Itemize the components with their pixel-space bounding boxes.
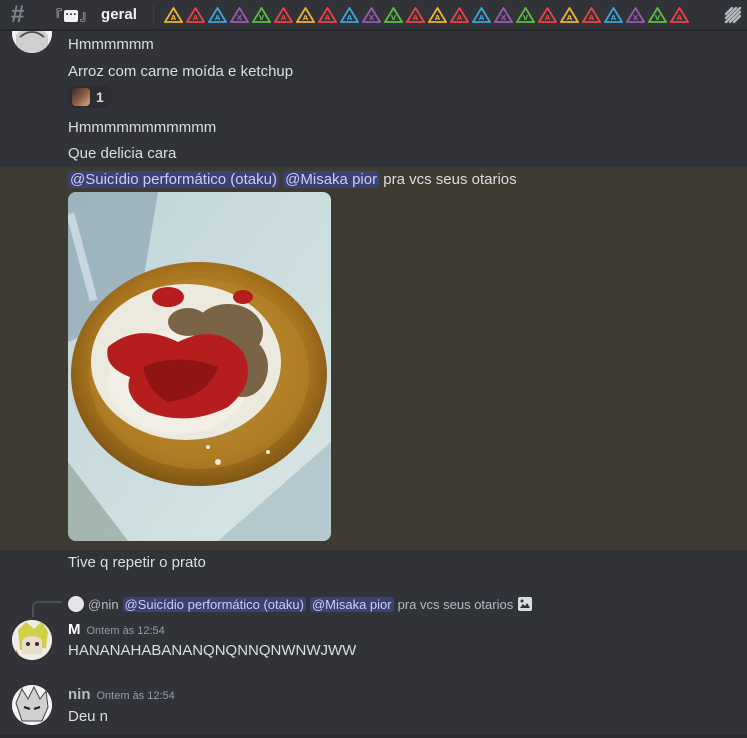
speech-bubble-icon bbox=[64, 4, 79, 22]
svg-text:X: X bbox=[633, 14, 639, 22]
topic-triangle-icon: A bbox=[295, 6, 315, 23]
message-text: Hmmmmmm bbox=[68, 36, 154, 53]
topic-triangle-icon: V bbox=[383, 6, 403, 23]
svg-text:V: V bbox=[259, 14, 265, 22]
channel-name[interactable]: geral bbox=[101, 6, 137, 23]
svg-text:X: X bbox=[237, 14, 243, 22]
svg-text:A: A bbox=[589, 14, 595, 22]
avatar[interactable] bbox=[12, 685, 52, 725]
user-mention[interactable]: @Suicídio performático (otaku) bbox=[68, 171, 279, 188]
threads-icon[interactable] bbox=[723, 4, 743, 26]
topic-triangle-icon: A bbox=[537, 6, 557, 23]
topic-triangle-icon: A bbox=[449, 6, 469, 23]
message-text: Tive q repetir o prato bbox=[68, 554, 206, 571]
reply-preview[interactable]: @nin @Suicídio performático (otaku) @Mis… bbox=[68, 594, 533, 614]
reply-author[interactable]: @nin bbox=[88, 597, 119, 612]
svg-text:A: A bbox=[457, 14, 463, 22]
reaction-emoji-icon bbox=[72, 88, 90, 106]
avatar[interactable] bbox=[12, 31, 52, 53]
reaction-button[interactable]: 1 bbox=[68, 86, 112, 108]
topic-triangle-icon: A bbox=[471, 6, 491, 23]
food-photo-attachment[interactable] bbox=[68, 192, 331, 541]
channel-bracket-left: 『 bbox=[49, 8, 63, 23]
message-text: Arroz com carne moída e ketchup bbox=[68, 63, 294, 80]
topic-triangle-icon: A bbox=[273, 6, 293, 23]
svg-text:V: V bbox=[655, 14, 661, 22]
topic-triangle-icon: V bbox=[515, 6, 535, 23]
message-timestamp[interactable]: Ontem às 12:54 bbox=[97, 690, 175, 702]
topic-triangle-icon: A bbox=[163, 6, 183, 23]
topic-triangle-icon: A bbox=[405, 6, 425, 23]
svg-text:X: X bbox=[501, 14, 507, 22]
topic-triangle-icon: A bbox=[317, 6, 337, 23]
message-timestamp[interactable]: Ontem às 12:54 bbox=[87, 625, 165, 637]
svg-text:A: A bbox=[611, 14, 617, 22]
channel-hash-icon: # bbox=[11, 0, 25, 28]
svg-text:V: V bbox=[391, 14, 397, 22]
channel-bracket-right: 』 bbox=[80, 8, 94, 23]
message-text: Que delicia cara bbox=[68, 145, 177, 162]
topic-triangle-icon: A bbox=[427, 6, 447, 23]
topic-triangle-icon: X bbox=[625, 6, 645, 23]
channel-topic[interactable]: AAAXVAAAAXVAAAAXVAAAAXVA bbox=[163, 6, 689, 23]
topic-triangle-icon: A bbox=[339, 6, 359, 23]
svg-text:A: A bbox=[347, 14, 353, 22]
user-mention[interactable]: @Suicídio performático (otaku) bbox=[122, 596, 306, 612]
reply-text: pra vcs seus otarios bbox=[397, 596, 514, 612]
message-header: nin Ontem às 12:54 bbox=[68, 686, 175, 703]
svg-text:A: A bbox=[303, 14, 309, 22]
message-text: HANANAHABANANQNQNNQNWNWJWW bbox=[68, 642, 357, 659]
message-author[interactable]: M bbox=[68, 621, 81, 638]
svg-text:A: A bbox=[479, 14, 485, 22]
message-text: pra vcs seus otarios bbox=[383, 171, 517, 188]
user-mention[interactable]: @Misaka pior bbox=[283, 171, 380, 188]
reply-avatar bbox=[68, 596, 84, 612]
topic-triangle-icon: V bbox=[647, 6, 667, 23]
channel-header: # 『 』 geral A A A X V A A A A X V A A A A X V A A A A X V A bbox=[0, 0, 747, 30]
message-list[interactable]: Hmmmmmm Arroz com carne moída e ketchup … bbox=[0, 31, 747, 738]
svg-text:A: A bbox=[281, 14, 287, 22]
topic-triangle-icon: X bbox=[361, 6, 381, 23]
svg-text:X: X bbox=[369, 14, 375, 22]
message-text: Deu n bbox=[68, 708, 109, 725]
reaction-count: 1 bbox=[96, 89, 104, 105]
topic-triangle-icon: A bbox=[581, 6, 601, 23]
message-text: Hmmmmmmmmmmm bbox=[68, 119, 217, 136]
svg-text:A: A bbox=[325, 14, 331, 22]
avatar[interactable] bbox=[12, 620, 52, 660]
message-author[interactable]: nin bbox=[68, 686, 91, 703]
svg-text:A: A bbox=[435, 14, 441, 22]
svg-text:A: A bbox=[215, 14, 221, 22]
svg-text:A: A bbox=[545, 14, 551, 22]
topic-triangle-icon: A bbox=[207, 6, 227, 23]
svg-text:A: A bbox=[171, 14, 177, 22]
svg-text:A: A bbox=[413, 14, 419, 22]
topic-triangle-icon: A bbox=[603, 6, 623, 23]
topic-triangle-icon: X bbox=[229, 6, 249, 23]
header-divider bbox=[152, 4, 154, 25]
topic-triangle-icon: A bbox=[559, 6, 579, 23]
topic-triangle-icon: V bbox=[251, 6, 271, 23]
user-mention[interactable]: @Misaka pior bbox=[309, 596, 394, 612]
message-with-mentions: @Suicídio performático (otaku) @Misaka p… bbox=[68, 171, 517, 188]
topic-triangle-icon: X bbox=[493, 6, 513, 23]
image-icon bbox=[518, 597, 533, 611]
topic-triangle-icon: A bbox=[669, 6, 689, 23]
svg-text:A: A bbox=[677, 14, 683, 22]
topic-triangle-icon: A bbox=[185, 6, 205, 23]
reply-spine bbox=[32, 601, 62, 617]
svg-text:A: A bbox=[567, 14, 573, 22]
message-header: M Ontem às 12:54 bbox=[68, 621, 165, 638]
svg-text:V: V bbox=[523, 14, 529, 22]
svg-text:A: A bbox=[193, 14, 199, 22]
